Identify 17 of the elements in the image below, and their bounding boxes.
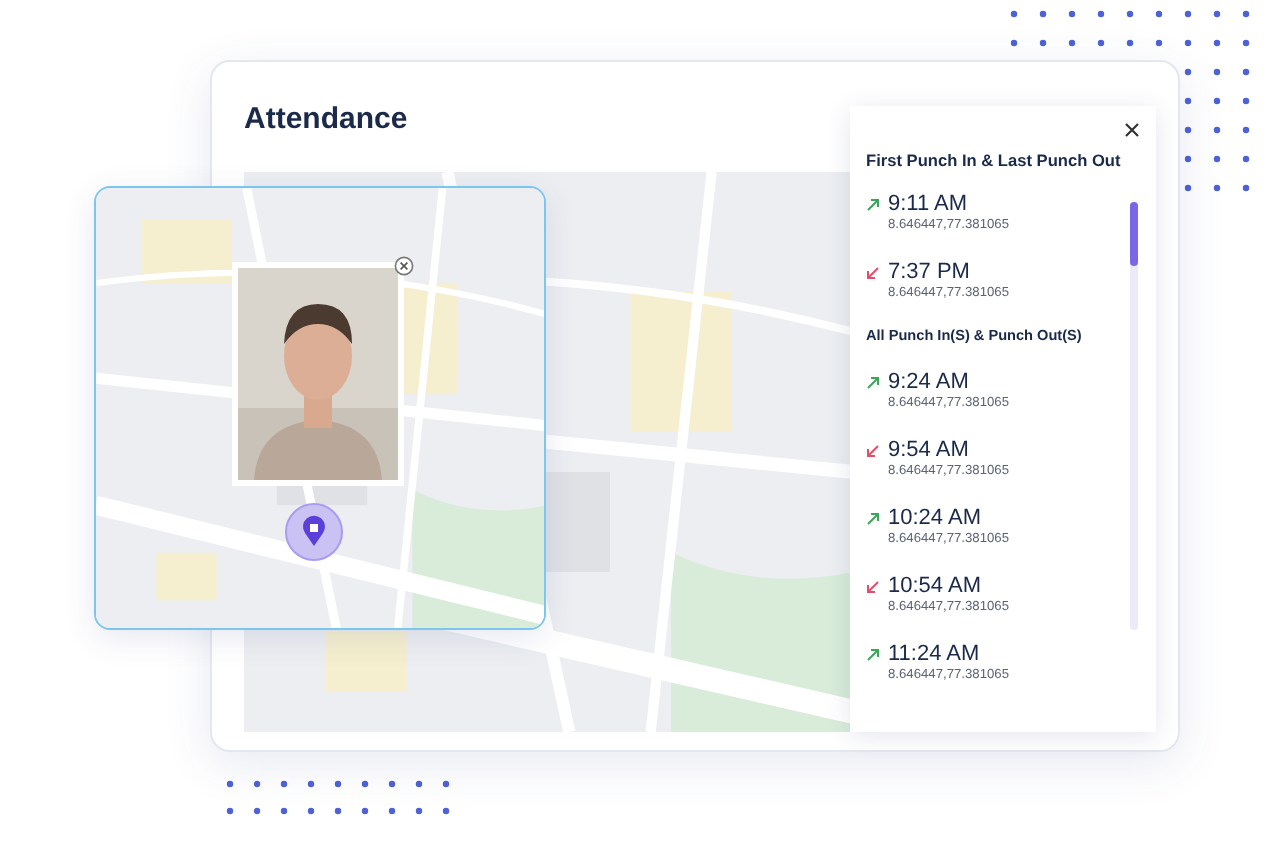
arrow-up-right-icon xyxy=(866,197,880,211)
arrow-down-left-icon xyxy=(866,579,880,593)
close-icon[interactable] xyxy=(1124,122,1140,138)
arrow-up-right-icon xyxy=(866,647,880,661)
punch-time: 10:54 AM xyxy=(888,574,981,598)
punch-time: 7:37 PM xyxy=(888,260,970,284)
punch-time: 9:11 AM xyxy=(888,192,968,216)
punch-time: 11:24 AM xyxy=(888,642,980,666)
arrow-down-left-icon xyxy=(866,265,880,279)
arrow-up-right-icon xyxy=(866,511,880,525)
section-heading: First Punch In & Last Punch Out xyxy=(866,150,1123,170)
page-title: Attendance xyxy=(244,102,408,138)
punch-time: 9:24 AM xyxy=(888,370,969,394)
arrow-down-left-icon xyxy=(866,443,880,457)
punch-time: 9:54 AM xyxy=(888,438,969,462)
arrow-up-right-icon xyxy=(866,375,880,389)
punch-time: 10:24 AM xyxy=(888,506,981,530)
